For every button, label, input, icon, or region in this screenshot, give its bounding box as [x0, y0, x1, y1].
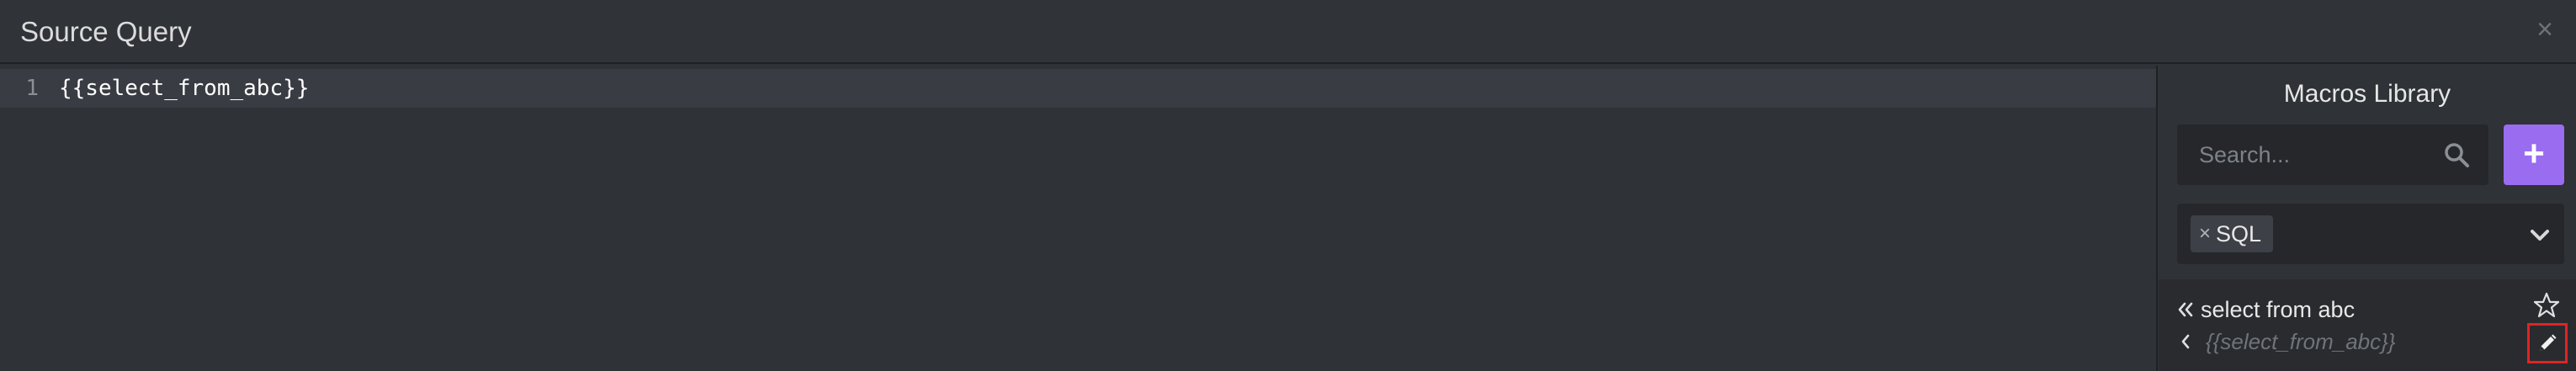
- filter-tag: × SQL: [2191, 215, 2274, 252]
- source-query-dialog: Source Query × 1 {{select_from_abc}} Mac…: [0, 0, 2576, 371]
- double-chevron-left-icon[interactable]: [2175, 299, 2196, 320]
- close-icon[interactable]: ×: [2531, 15, 2559, 44]
- dialog-header: Source Query ×: [0, 0, 2576, 64]
- search-box[interactable]: [2177, 125, 2488, 185]
- code-line[interactable]: 1 {{select_from_abc}}: [0, 69, 2156, 108]
- panel-title: Macros Library: [2283, 80, 2451, 108]
- tag-label: SQL: [2216, 220, 2262, 246]
- macro-name[interactable]: select from abc: [2201, 297, 2355, 323]
- star-icon[interactable]: [2532, 291, 2561, 320]
- search-input[interactable]: [2177, 125, 2430, 185]
- add-macro-button[interactable]: +: [2504, 125, 2564, 185]
- macro-snippet-row[interactable]: {{select_from_abc}}: [2175, 326, 2396, 357]
- chevron-down-icon[interactable]: [2527, 222, 2552, 247]
- edit-macro-button[interactable]: [2527, 323, 2568, 363]
- pencil-icon: [2540, 334, 2557, 351]
- macro-list-item[interactable]: select from abc {{select_from_abc}}: [2159, 279, 2576, 371]
- search-icon[interactable]: [2443, 141, 2470, 168]
- code-text[interactable]: {{select_from_abc}}: [59, 69, 309, 108]
- tag-filter-select[interactable]: × SQL: [2177, 204, 2564, 264]
- line-number: 1: [25, 76, 39, 101]
- macro-header-row[interactable]: select from abc: [2175, 294, 2355, 325]
- query-editor[interactable]: 1 {{select_from_abc}}: [0, 66, 2158, 371]
- plus-icon: +: [2523, 133, 2545, 174]
- dialog-title: Source Query: [20, 16, 192, 47]
- tag-remove-icon[interactable]: ×: [2199, 222, 2211, 246]
- macro-snippet[interactable]: {{select_from_abc}}: [2206, 329, 2396, 355]
- chevron-left-icon[interactable]: [2175, 331, 2196, 352]
- macros-library-panel: Macros Library + × SQL: [2159, 66, 2576, 371]
